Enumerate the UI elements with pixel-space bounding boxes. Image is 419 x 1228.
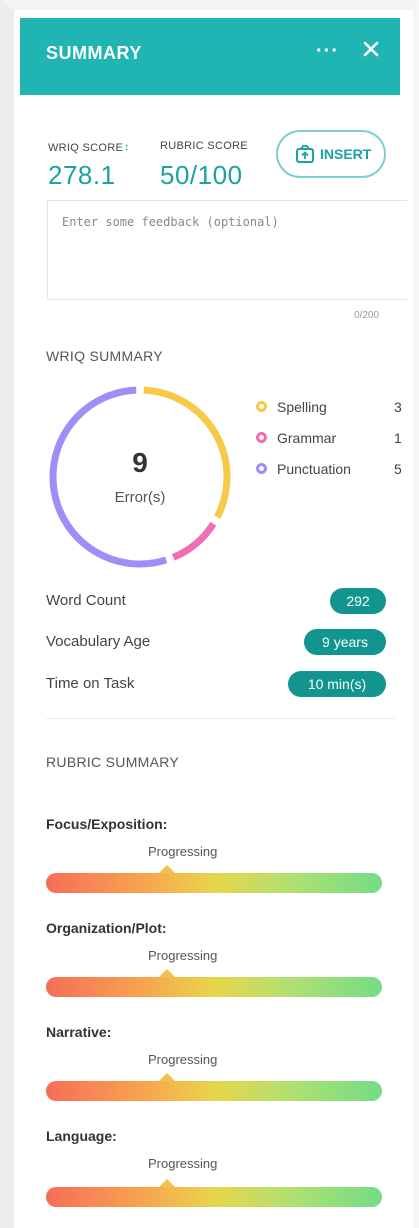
criterion-level: Progressing: [148, 948, 218, 963]
spelling-dot-icon: [256, 401, 267, 412]
criterion-title: Narrative:: [46, 1024, 112, 1040]
vocabulary-age-label: Vocabulary Age: [46, 633, 151, 650]
criterion-level: Progressing: [148, 1156, 218, 1171]
insert-button-label: INSERT: [320, 146, 372, 162]
rubric-level-bar: [46, 1081, 382, 1101]
feedback-box: [47, 200, 407, 300]
time-on-task-label: Time on Task: [46, 675, 135, 692]
feedback-char-counter: 0/200: [354, 310, 380, 321]
insert-icon: [296, 145, 314, 163]
wriq-score-value: 278.1: [48, 160, 116, 190]
total-errors-count: 9: [132, 447, 148, 478]
time-on-task-badge: 10 min(s): [288, 671, 386, 697]
vocabulary-age-badge: 9 years: [304, 629, 386, 655]
donut-segment-grammar: [171, 521, 217, 561]
criterion-title: Focus/Exposition:: [46, 816, 168, 832]
rubric-score-value: 50/100: [160, 160, 243, 190]
punctuation-dot-icon: [256, 463, 267, 474]
sort-icon: ↕: [124, 142, 130, 153]
word-count-label: Word Count: [46, 592, 126, 609]
rubric-level-bar: [46, 873, 382, 893]
criterion-title: Organization/Plot:: [46, 920, 167, 936]
section-divider: [46, 718, 396, 719]
rubric-level-bar: [46, 977, 382, 997]
rubric-score-label: RUBRIC SCORE: [160, 140, 248, 152]
criterion-level: Progressing: [148, 1052, 218, 1067]
word-count-badge: 292: [330, 588, 386, 614]
panel-title: SUMMARY: [46, 43, 142, 63]
criterion-level: Progressing: [148, 844, 218, 859]
rubric-summary-title: RUBRIC SUMMARY: [46, 754, 180, 770]
summary-header: SUMMARY ···: [20, 18, 400, 95]
close-icon[interactable]: [360, 38, 382, 60]
more-options-icon[interactable]: ···: [316, 40, 339, 63]
feedback-input[interactable]: [60, 213, 394, 295]
wriq-score-label: WRIQ SCORE↕: [48, 142, 130, 154]
errors-label: Error(s): [114, 489, 166, 506]
wriq-summary-title: WRIQ SUMMARY: [46, 348, 163, 364]
insert-button[interactable]: INSERT: [276, 130, 386, 178]
criterion-title: Language:: [46, 1128, 117, 1144]
grammar-dot-icon: [256, 432, 267, 443]
rubric-level-bar: [46, 1187, 382, 1207]
